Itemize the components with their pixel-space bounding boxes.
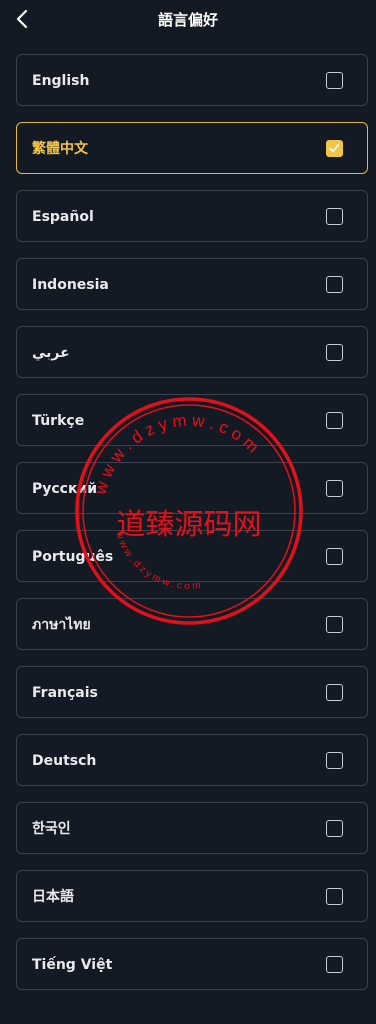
checkbox-checked[interactable] bbox=[326, 140, 343, 157]
language-option[interactable]: Русский bbox=[16, 462, 368, 514]
language-option[interactable]: Tiếng Việt bbox=[16, 938, 368, 990]
checkbox[interactable] bbox=[326, 684, 343, 701]
checkbox[interactable] bbox=[326, 72, 343, 89]
language-option[interactable]: Türkçe bbox=[16, 394, 368, 446]
checkbox[interactable] bbox=[326, 820, 343, 837]
language-label: Türkçe bbox=[32, 413, 85, 429]
language-preference-screen: 語言偏好 English 繁體中文 Español Indonesia عربي Türk… bbox=[0, 0, 376, 1024]
language-label: عربي bbox=[32, 345, 70, 361]
checkbox[interactable] bbox=[326, 344, 343, 361]
language-option[interactable]: 繁體中文 bbox=[16, 122, 368, 174]
checkbox[interactable] bbox=[326, 412, 343, 429]
checkbox[interactable] bbox=[326, 480, 343, 497]
language-label: 繁體中文 bbox=[32, 141, 88, 157]
language-option[interactable]: English bbox=[16, 54, 368, 106]
language-option[interactable]: 日本語 bbox=[16, 870, 368, 922]
language-label: Español bbox=[32, 209, 94, 225]
language-label: ภาษาไทย bbox=[32, 617, 91, 633]
checkmark-icon bbox=[329, 144, 340, 153]
language-label: Tiếng Việt bbox=[32, 957, 113, 973]
checkbox[interactable] bbox=[326, 888, 343, 905]
checkbox[interactable] bbox=[326, 752, 343, 769]
language-option[interactable]: Português bbox=[16, 530, 368, 582]
language-list: English 繁體中文 Español Indonesia عربي Türkçe Рус… bbox=[16, 54, 368, 1006]
language-label: 日本語 bbox=[32, 889, 74, 905]
language-label: Português bbox=[32, 549, 114, 565]
page-title: 語言偏好 bbox=[157, 11, 218, 29]
language-option[interactable]: عربي bbox=[16, 326, 368, 378]
checkbox[interactable] bbox=[326, 276, 343, 293]
checkbox[interactable] bbox=[326, 956, 343, 973]
language-option[interactable]: Indonesia bbox=[16, 258, 368, 310]
language-label: Deutsch bbox=[32, 753, 97, 769]
header-bar: 語言偏好 bbox=[0, 0, 376, 38]
language-label: Русский bbox=[32, 481, 98, 497]
language-option[interactable]: 한국인 bbox=[16, 802, 368, 854]
language-option[interactable]: Deutsch bbox=[16, 734, 368, 786]
language-label: 한국인 bbox=[32, 821, 71, 837]
checkbox[interactable] bbox=[326, 208, 343, 225]
language-option[interactable]: Français bbox=[16, 666, 368, 718]
language-label: Français bbox=[32, 685, 98, 701]
language-label: English bbox=[32, 73, 90, 89]
language-option[interactable]: Español bbox=[16, 190, 368, 242]
language-label: Indonesia bbox=[32, 277, 109, 293]
checkbox[interactable] bbox=[326, 616, 343, 633]
language-option[interactable]: ภาษาไทย bbox=[16, 598, 368, 650]
checkbox[interactable] bbox=[326, 548, 343, 565]
